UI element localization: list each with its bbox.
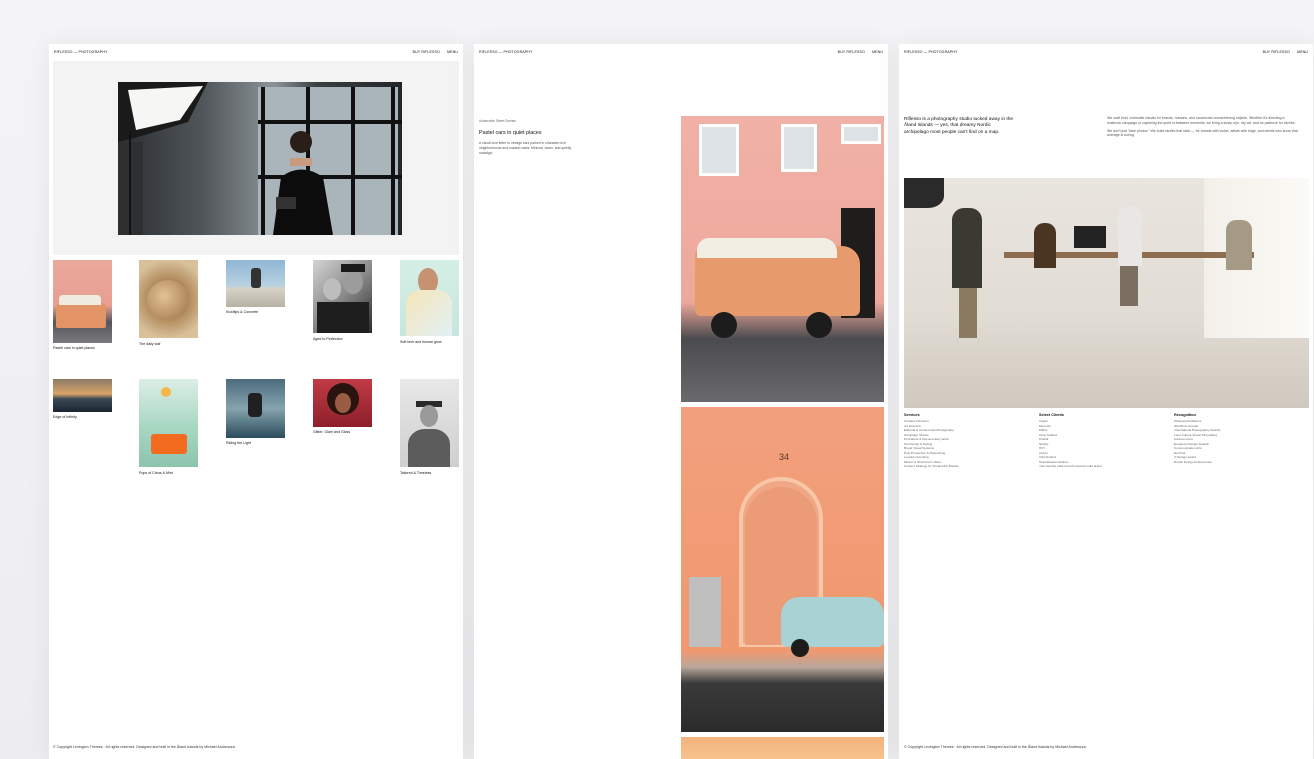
menu-button[interactable]: MENU bbox=[1297, 50, 1308, 54]
list-item[interactable]: The daily loaf bbox=[139, 260, 198, 346]
item-caption: Glitter, Glam and Gloss bbox=[313, 430, 351, 434]
project-category: Automotive Street Scenes bbox=[479, 119, 516, 123]
pink-van-image bbox=[681, 116, 884, 402]
brand-logo[interactable]: RIFLESSO — PHOTOGRAPHY bbox=[479, 50, 532, 54]
brand-logo[interactable]: RIFLESSO — PHOTOGRAPHY bbox=[904, 50, 957, 54]
footer-copyright: © Copyright Lexington Themes · All right… bbox=[904, 745, 1087, 749]
studio-team-image bbox=[904, 178, 1309, 408]
about-intro: Riflesso is a photography studio tucked … bbox=[904, 117, 1014, 135]
buy-link[interactable]: BUY RIFLESSO bbox=[413, 50, 440, 54]
bread-thumbnail bbox=[139, 260, 198, 338]
top-navbar: RIFLESSO — PHOTOGRAPHY BUY RIFLESSO MENU bbox=[54, 50, 458, 54]
item-caption: Aged to Perfection bbox=[313, 337, 343, 341]
about-paragraph: We craft bold, cinematic visuals for bra… bbox=[1107, 116, 1296, 125]
about-paragraph: We don't just "take photos." We build st… bbox=[1107, 128, 1298, 138]
surfer-thumbnail bbox=[226, 379, 285, 438]
pastel-car-thumbnail bbox=[53, 260, 112, 343]
next-image-peek bbox=[681, 737, 884, 759]
buy-link[interactable]: BUY RIFLESSO bbox=[1263, 50, 1290, 54]
list-item[interactable]: Tailored & Timeless bbox=[400, 379, 459, 475]
list-item[interactable]: Pops of Citrus & Mint bbox=[139, 379, 198, 475]
item-caption: Kickflips & Concrete bbox=[226, 310, 259, 314]
item-caption: The daily loaf bbox=[139, 342, 161, 346]
services-column: Services Creative Direction Art Directio… bbox=[904, 413, 1039, 469]
about-columns: Services Creative Direction Art Directio… bbox=[904, 413, 1309, 469]
list-item[interactable]: Aged to Perfection bbox=[313, 260, 372, 341]
list-item[interactable]: Edge of Infinity bbox=[53, 379, 112, 419]
menu-button[interactable]: MENU bbox=[447, 50, 458, 54]
brand-logo[interactable]: RIFLESSO — PHOTOGRAPHY bbox=[54, 50, 107, 54]
list-item[interactable]: Pastel cars in quiet places bbox=[53, 260, 112, 350]
about-text: We craft bold, cinematic visuals for bra… bbox=[1107, 116, 1299, 141]
glam-portrait-thumbnail bbox=[313, 379, 372, 427]
item-caption: Tailored & Timeless bbox=[400, 471, 432, 475]
clients-column: Select Clients Vogue Monocle KRFS Acne S… bbox=[1039, 413, 1174, 469]
column-heading: Services bbox=[904, 413, 920, 417]
list-item[interactable]: Riding the Light bbox=[226, 379, 285, 445]
hero-photographer-image bbox=[118, 82, 402, 235]
project-description: A visual love letter to vintage cars par… bbox=[479, 141, 572, 155]
list-item[interactable]: Kickflips & Concrete bbox=[226, 260, 285, 314]
list-item[interactable]: Soft tech and human glow bbox=[400, 260, 459, 344]
recognition-column: Recognition Photoworld Masters IPA Photo… bbox=[1174, 413, 1309, 469]
citrus-kitchen-thumbnail bbox=[139, 379, 198, 467]
menu-button[interactable]: MENU bbox=[872, 50, 883, 54]
item-caption: Soft tech and human glow bbox=[400, 340, 442, 344]
tech-portrait-thumbnail bbox=[400, 260, 459, 336]
skateboard-thumbnail bbox=[226, 260, 285, 307]
project-title: Pastel cars in quiet places bbox=[479, 130, 542, 136]
list-item: Content Strategy for Visual-First Brands bbox=[904, 464, 959, 468]
project-detail-panel: RIFLESSO — PHOTOGRAPHY BUY RIFLESSO MENU… bbox=[474, 44, 888, 759]
item-caption: Pastel cars in quiet places bbox=[53, 346, 95, 350]
elderly-couple-thumbnail bbox=[313, 260, 372, 333]
about-panel: RIFLESSO — PHOTOGRAPHY BUY RIFLESSO MENU… bbox=[899, 44, 1313, 759]
list-item: Your favorite indie brand's favorite ind… bbox=[1039, 464, 1102, 468]
column-heading: Select Clients bbox=[1039, 413, 1064, 417]
tailored-portrait-thumbnail bbox=[400, 379, 459, 467]
buy-link[interactable]: BUY RIFLESSO bbox=[838, 50, 865, 54]
top-navbar: RIFLESSO — PHOTOGRAPHY BUY RIFLESSO MENU bbox=[904, 50, 1308, 54]
list-item[interactable]: Glitter, Glam and Gloss bbox=[313, 379, 372, 434]
item-caption: Edge of Infinity bbox=[53, 415, 77, 419]
top-navbar: RIFLESSO — PHOTOGRAPHY BUY RIFLESSO MENU bbox=[479, 50, 883, 54]
orange-door-image: 34 bbox=[681, 407, 884, 732]
hero-section bbox=[53, 61, 459, 255]
list-item: Nordic Design Achievement bbox=[1174, 459, 1213, 464]
portfolio-home-panel: RIFLESSO — PHOTOGRAPHY BUY RIFLESSO MENU bbox=[49, 44, 463, 759]
footer-copyright: © Copyright Lexington Themes · All right… bbox=[53, 745, 236, 749]
door-number: 34 bbox=[779, 452, 790, 462]
infinity-pool-thumbnail bbox=[53, 379, 112, 412]
item-caption: Riding the Light bbox=[226, 441, 251, 445]
item-caption: Pops of Citrus & Mint bbox=[139, 471, 173, 475]
column-heading: Recognition bbox=[1174, 413, 1196, 417]
